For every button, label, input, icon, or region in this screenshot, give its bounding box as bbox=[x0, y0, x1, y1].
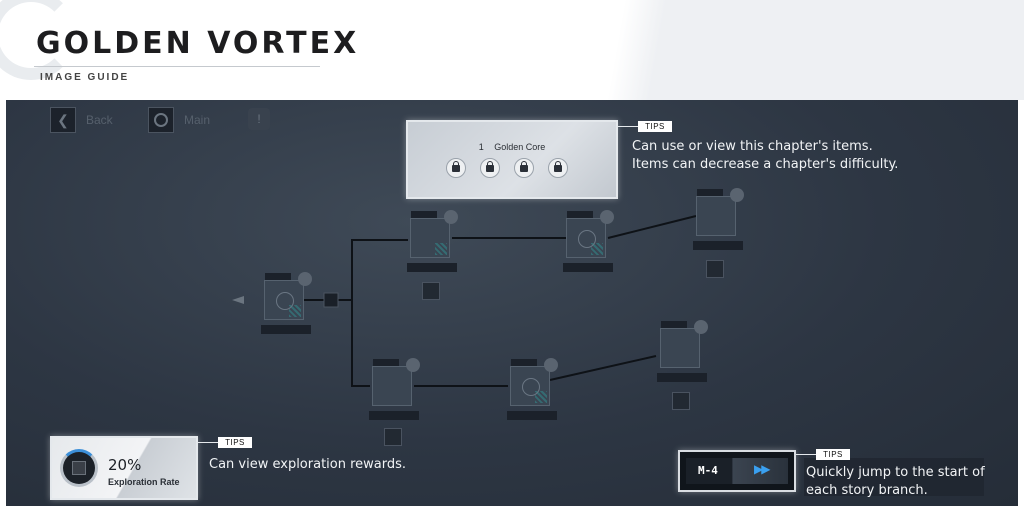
items-tip-text: Can use or view this chapter's items. It… bbox=[632, 138, 898, 174]
tips-connector bbox=[796, 454, 816, 455]
exploration-tip-text: Can view exploration rewards. bbox=[209, 457, 407, 472]
lock-icon[interactable] bbox=[446, 158, 466, 178]
node-badge-icon bbox=[694, 320, 708, 334]
items-tip-line-2: Items can decrease a chapter's difficult… bbox=[632, 157, 899, 172]
sub-node[interactable] bbox=[706, 260, 724, 278]
items-tip-line-1: Can use or view this chapter's items. bbox=[632, 139, 873, 154]
fast-forward-icon: ▶▶ bbox=[754, 462, 771, 476]
tips-connector bbox=[198, 442, 218, 443]
node-badge-icon bbox=[406, 358, 420, 372]
sub-node[interactable] bbox=[672, 392, 690, 410]
cube-icon bbox=[72, 461, 86, 475]
branch-tip-line-1: Quickly jump to the start of bbox=[806, 465, 985, 480]
sub-node[interactable] bbox=[384, 428, 402, 446]
node-badge-icon bbox=[298, 272, 312, 286]
exploration-ring-icon bbox=[60, 449, 98, 487]
sub-node[interactable] bbox=[422, 282, 440, 300]
node-badge-icon bbox=[730, 188, 744, 202]
lock-icon[interactable] bbox=[514, 158, 534, 178]
game-screenshot: ❮ Back Main ! 1 Golden Core TIPS Can use… bbox=[6, 100, 1018, 506]
title-divider bbox=[34, 66, 320, 67]
chapter-node[interactable] bbox=[407, 211, 457, 272]
item-count: 1 bbox=[478, 142, 484, 152]
item-name: Golden Core bbox=[494, 142, 546, 152]
page-title: GOLDEN VORTEX bbox=[36, 26, 360, 61]
node-badge-icon bbox=[544, 358, 558, 372]
exploration-rate-panel[interactable]: 20% Exploration Rate bbox=[50, 436, 198, 500]
branch-jump-button[interactable]: M-4 ▶▶ bbox=[678, 450, 796, 492]
branch-tip-line-2: each story branch. bbox=[806, 483, 928, 498]
branch-code: M-4 bbox=[698, 464, 718, 477]
tips-badge: TIPS bbox=[816, 449, 850, 460]
node-badge-icon bbox=[444, 210, 458, 224]
tips-connector bbox=[618, 126, 638, 127]
lock-icon[interactable] bbox=[548, 158, 568, 178]
chapter-node[interactable] bbox=[507, 359, 557, 420]
chapter-node[interactable] bbox=[261, 273, 311, 334]
chapter-node[interactable] bbox=[693, 189, 743, 250]
page-subtitle: IMAGE GUIDE bbox=[40, 72, 130, 83]
chapter-node[interactable] bbox=[657, 321, 707, 382]
tips-badge: TIPS bbox=[218, 437, 252, 448]
node-badge-icon bbox=[600, 210, 614, 224]
exploration-percent: 20% bbox=[108, 456, 142, 474]
chapter-items-panel[interactable]: 1 Golden Core bbox=[406, 120, 618, 199]
tips-badge: TIPS bbox=[638, 121, 672, 132]
exploration-label: Exploration Rate bbox=[108, 477, 180, 487]
lock-icon[interactable] bbox=[480, 158, 500, 178]
chapter-node[interactable] bbox=[563, 211, 613, 272]
branch-tip-text: Quickly jump to the start of each story … bbox=[806, 464, 985, 500]
chapter-node[interactable] bbox=[369, 359, 419, 420]
